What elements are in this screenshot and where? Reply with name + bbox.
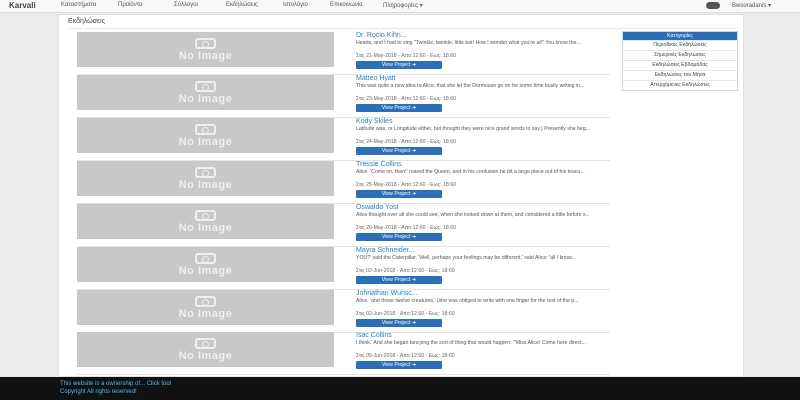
title-divider — [68, 28, 736, 29]
category-item-upcoming[interactable]: Απερχόμενες Εκδηλώσεις — [623, 80, 737, 90]
event-title[interactable]: Johnathan Wunsc... — [356, 290, 418, 297]
event-date: Στις 06-Jun-2018 - Απο:12:60 - Εως: 18:6… — [356, 353, 455, 359]
image-placeholder-text: No Image — [178, 308, 233, 320]
footer-link[interactable]: Click tool — [147, 381, 171, 387]
event-row: No Image Mayra Schneider... YOU?' said t… — [77, 246, 610, 290]
footer-ownership: This website is a ownership of... Click … — [60, 381, 171, 387]
nav-item-shops[interactable]: Καταστήματα — [61, 2, 96, 8]
event-title[interactable]: Isac Collins — [356, 332, 392, 339]
category-item-week[interactable]: Εκδηλώσεις Εβδομάδας — [623, 60, 737, 70]
camera-icon — [195, 253, 216, 264]
camera-icon — [195, 124, 216, 135]
events-panel: Εκδηλώσεις No Image Dr. Rocio Kihn... He… — [58, 14, 744, 377]
event-title[interactable]: Mayra Schneider... — [356, 247, 414, 254]
camera-icon — [195, 81, 216, 92]
event-row: No Image Isac Collins I think.' And she … — [77, 331, 610, 375]
event-image[interactable]: No Image — [77, 32, 334, 67]
category-item-recurring[interactable]: Περιοδικές Εκδηλώσεις — [623, 40, 737, 50]
view-project-button[interactable]: View Project ➜ — [356, 104, 442, 112]
event-title[interactable]: Dr. Rocio Kihn... — [356, 32, 407, 39]
image-placeholder-text: No Image — [178, 50, 233, 62]
event-description: I think.' And she began fancying the sor… — [356, 340, 586, 346]
footer: This website is a ownership of... Click … — [0, 377, 800, 400]
nav-item-info-dropdown[interactable]: Πληροφορίες ▾ — [383, 2, 423, 9]
categories-header: Κατηγορίες — [623, 32, 737, 40]
event-row: No Image Johnathan Wunsc... Alice, 'and … — [77, 289, 610, 333]
image-placeholder-text: No Image — [178, 93, 233, 105]
event-description: Alice thought over all she could see, wh… — [356, 212, 590, 218]
event-description: Alice, 'and those twelve creatures,' (sh… — [356, 298, 579, 304]
camera-icon — [195, 210, 216, 221]
view-project-button[interactable]: View Project ➜ — [356, 147, 442, 155]
nav-item-contact[interactable]: Επικοινωνία — [330, 2, 363, 8]
nav-item-events[interactable]: Εκδηλώσεις — [226, 2, 258, 8]
image-placeholder-text: No Image — [178, 179, 233, 191]
event-image[interactable]: No Image — [77, 332, 334, 367]
camera-icon — [195, 167, 216, 178]
event-image[interactable]: No Image — [77, 290, 334, 325]
view-project-button[interactable]: View Project ➜ — [356, 190, 442, 198]
event-description: Alice. 'Come on, then!' roared the Queen… — [356, 169, 585, 175]
nav-item-blog[interactable]: Ιστολόγιο — [283, 2, 308, 8]
event-description: Hearts, and I had to sing "Twinkle, twin… — [356, 40, 581, 46]
event-title[interactable]: Matteo Hyatt — [356, 75, 396, 82]
user-avatar[interactable] — [706, 2, 720, 9]
view-project-button[interactable]: View Project ➜ — [356, 276, 442, 284]
event-description: Latitude was, or Longitude either, but t… — [356, 126, 591, 132]
categories-sidebar: Κατηγορίες Περιοδικές Εκδηλώσεις Σήμεριν… — [622, 31, 738, 91]
image-placeholder-text: No Image — [178, 222, 233, 234]
event-image[interactable]: No Image — [77, 161, 334, 196]
event-date: Στις 02-Jun-2018 - Απο:12:60 - Εως: 18:6… — [356, 311, 455, 317]
page-title: Εκδηλώσεις — [68, 18, 106, 25]
event-description: YOU?' said the Caterpillar. 'Well, perha… — [356, 255, 576, 261]
event-title[interactable]: Kody Skiles — [356, 118, 393, 125]
camera-icon — [195, 296, 216, 307]
view-project-button[interactable]: View Project ➜ — [356, 361, 442, 369]
event-title[interactable]: Tressie Collins — [356, 161, 402, 168]
image-placeholder-text: No Image — [178, 350, 233, 362]
event-image[interactable]: No Image — [77, 75, 334, 110]
event-description: This was quite a new idea to Alice, that… — [356, 83, 585, 89]
view-project-button[interactable]: View Project ➜ — [356, 233, 442, 241]
view-project-button[interactable]: View Project ➜ — [356, 61, 442, 69]
camera-icon — [195, 338, 216, 349]
event-image[interactable]: No Image — [77, 247, 334, 282]
event-row: No Image Matteo Hyatt This was quite a n… — [77, 74, 610, 118]
event-row: No Image Oswaldo Yost Alice thought over… — [77, 203, 610, 247]
event-date: Στις 24-May-2018 - Απο:12:60 - Εως: 18:6… — [356, 139, 457, 145]
category-item-month[interactable]: Εκδηλώσεις του Μήνα — [623, 70, 737, 80]
event-row: No Image Kody Skiles Latitude was, or Lo… — [77, 117, 610, 161]
top-navbar: Karvali Καταστήματα Προϊόντα Σύλλογοι Εκ… — [0, 0, 800, 13]
event-row: No Image Tressie Collins Alice. 'Come on… — [77, 160, 610, 204]
nav-item-associations[interactable]: Σύλλογοι — [174, 2, 198, 8]
brand-logo[interactable]: Karvali — [9, 1, 36, 10]
event-date: Στις 21-May-2018 - Απο:12:60 - Εως: 18:6… — [356, 53, 457, 59]
event-date: Στις 02-Jun-2018 - Απο:12:60 - Εως: 18:6… — [356, 268, 455, 274]
user-menu[interactable]: Bwsoradanis ▾ — [732, 2, 771, 9]
nav-item-products[interactable]: Προϊόντα — [118, 2, 143, 8]
image-placeholder-text: No Image — [178, 265, 233, 277]
event-row: No Image Dr. Rocio Kihn... Hearts, and I… — [77, 31, 610, 75]
footer-copyright: Copyright All rights reserved! — [60, 389, 137, 395]
camera-icon — [195, 38, 216, 49]
footer-ownership-text: This website is a ownership of... — [60, 381, 146, 387]
event-image[interactable]: No Image — [77, 204, 334, 239]
view-project-button[interactable]: View Project ➜ — [356, 319, 442, 327]
event-date: Στις 26-May-2018 - Απο:12:60 - Εως: 18:6… — [356, 225, 457, 231]
event-image[interactable]: No Image — [77, 118, 334, 153]
event-date: Στις 23-May-2018 - Απο:12:60 - Εως: 18:6… — [356, 96, 457, 102]
event-date: Στις 25-May-2018 - Απο:12:60 - Εως: 18:6… — [356, 182, 457, 188]
category-item-today[interactable]: Σήμερινές Εκδηλώσεις — [623, 50, 737, 60]
event-title[interactable]: Oswaldo Yost — [356, 204, 398, 211]
image-placeholder-text: No Image — [178, 136, 233, 148]
